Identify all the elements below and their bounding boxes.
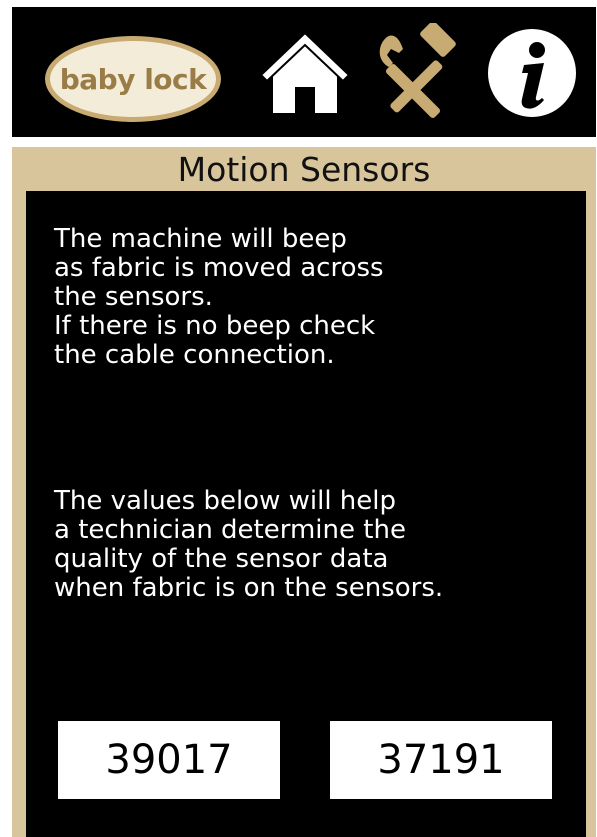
baby-lock-logo[interactable]: baby lock	[45, 36, 221, 122]
technician-note-text: The values below will help a technician …	[54, 486, 444, 603]
tools-icon	[379, 23, 456, 119]
info-icon	[488, 29, 576, 117]
home-button[interactable]	[257, 17, 353, 129]
panel-title: Motion Sensors	[177, 149, 431, 189]
logo-text: baby lock	[59, 62, 207, 96]
sensor-value-right: 37191	[330, 721, 552, 799]
tools-button[interactable]	[369, 17, 469, 129]
home-icon	[259, 31, 351, 113]
instructions-text: The machine will beep as fabric is moved…	[54, 224, 384, 370]
sensor-value-left: 39017	[58, 721, 280, 799]
motion-sensors-panel: Motion Sensors The machine will beep as …	[12, 147, 596, 837]
info-button[interactable]	[482, 17, 582, 129]
panel-body: The machine will beep as fabric is moved…	[26, 191, 586, 837]
header-divider	[12, 137, 596, 147]
header-bar: baby lock	[12, 7, 596, 137]
